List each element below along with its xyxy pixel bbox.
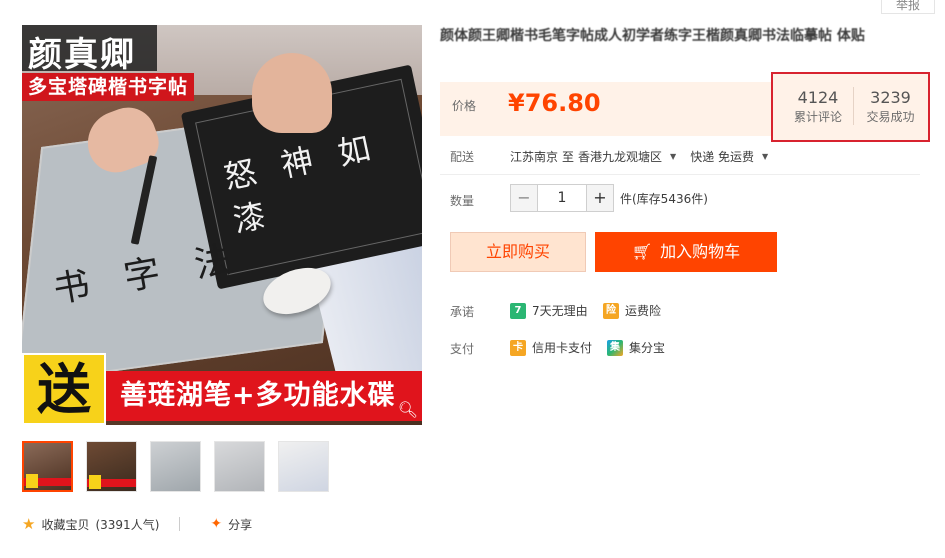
- favorite-button[interactable]: 收藏宝贝: [41, 516, 89, 533]
- thumbnail-strip: [22, 441, 329, 492]
- ship-from: 江苏南京: [510, 150, 559, 164]
- payment-jifenbao[interactable]: 集 集分宝: [607, 339, 665, 356]
- quantity-label: 数量: [450, 194, 475, 208]
- brand-banner: 颜真卿: [22, 25, 157, 75]
- promo-text: 善琏湖笔+多功能水碟: [94, 371, 422, 421]
- thumbnail-5[interactable]: [278, 441, 329, 492]
- ship-method[interactable]: 快递 免运费: [690, 148, 754, 165]
- promo-banner: 善琏湖笔+多功能水碟 送: [22, 353, 422, 425]
- share-icon[interactable]: ✦: [210, 516, 222, 532]
- thumbnail-3[interactable]: [150, 441, 201, 492]
- promise-label: 承诺: [450, 305, 475, 319]
- quantity-plus-button[interactable]: +: [586, 184, 614, 212]
- shipping-row: 江苏南京 至 香港九龙观塘区 ▼ 快递 免运费 ▼: [510, 148, 778, 165]
- reviews-count: 4124: [797, 88, 839, 107]
- sales-stat: 3239 交易成功: [853, 87, 927, 125]
- jifenbao-icon: 集: [607, 339, 623, 356]
- image-hand-right: [252, 53, 332, 133]
- quantity-stepper: − 1 + 件(库存5436件): [510, 184, 708, 212]
- credit-card-icon: 卡: [510, 339, 526, 356]
- ship-to-word: 至: [562, 150, 575, 164]
- share-button[interactable]: 分享: [228, 516, 252, 533]
- insurance-icon: 险: [603, 302, 619, 319]
- sales-label: 交易成功: [866, 110, 915, 124]
- buy-now-button[interactable]: 立即购买: [450, 232, 586, 272]
- promo-gift-badge: 送: [24, 355, 104, 423]
- promise-shipping-insurance[interactable]: 险 运费险: [603, 302, 661, 319]
- quantity-input[interactable]: 1: [538, 184, 586, 212]
- add-to-cart-label: 加入购物车: [660, 242, 741, 261]
- price-label: 价格: [452, 99, 477, 113]
- quantity-minus-button[interactable]: −: [510, 184, 538, 212]
- chevron-down-icon[interactable]: ▼: [762, 152, 768, 161]
- divider: [179, 517, 181, 531]
- reviews-stat[interactable]: 4124 累计评论: [781, 87, 855, 125]
- brand-text: 颜真卿: [28, 35, 136, 75]
- chevron-down-icon[interactable]: ▼: [670, 152, 676, 161]
- report-link[interactable]: 举报: [881, 0, 935, 14]
- seven-day-icon: 7: [510, 302, 526, 319]
- main-product-image[interactable]: 怒 神 如 漆 书 字 法 颜真卿 多宝塔碑楷书字帖 善琏湖笔+多功能水碟 送 …: [22, 25, 422, 425]
- divider: [440, 174, 920, 175]
- reviews-label: 累计评论: [793, 110, 842, 124]
- thumbnail-1[interactable]: [22, 441, 73, 492]
- zoom-icon[interactable]: 🔍︎: [398, 400, 418, 419]
- favorite-count: (3391人气): [95, 517, 160, 532]
- cart-icon: 🛒︎: [631, 242, 653, 261]
- payment-credit-card[interactable]: 卡 信用卡支付: [510, 339, 592, 356]
- thumbnail-2[interactable]: [86, 441, 137, 492]
- stats-box: 4124 累计评论 3239 交易成功: [771, 72, 930, 142]
- payment-label: 支付: [450, 342, 475, 356]
- stock-text: 件(库存5436件): [620, 191, 708, 206]
- add-to-cart-button[interactable]: 🛒︎ 加入购物车: [595, 232, 777, 272]
- sales-count: 3239: [870, 88, 911, 107]
- star-icon[interactable]: ★: [22, 515, 35, 533]
- product-title: 颜体颜王卿楷书毛笔字帖成人初学者练字王楷颜真卿书法临摹帖 体贴: [440, 28, 865, 44]
- price-value: ¥76.80: [508, 89, 601, 117]
- promise-7day[interactable]: 7 7天无理由: [510, 302, 588, 319]
- favorite-share-bar: ★ 收藏宝贝 (3391人气) ✦ 分享: [22, 515, 252, 533]
- subtitle-banner: 多宝塔碑楷书字帖: [22, 73, 195, 101]
- shipping-label: 配送: [450, 150, 475, 164]
- thumbnail-4[interactable]: [214, 441, 265, 492]
- ship-destination[interactable]: 香港九龙观塘区: [578, 148, 662, 165]
